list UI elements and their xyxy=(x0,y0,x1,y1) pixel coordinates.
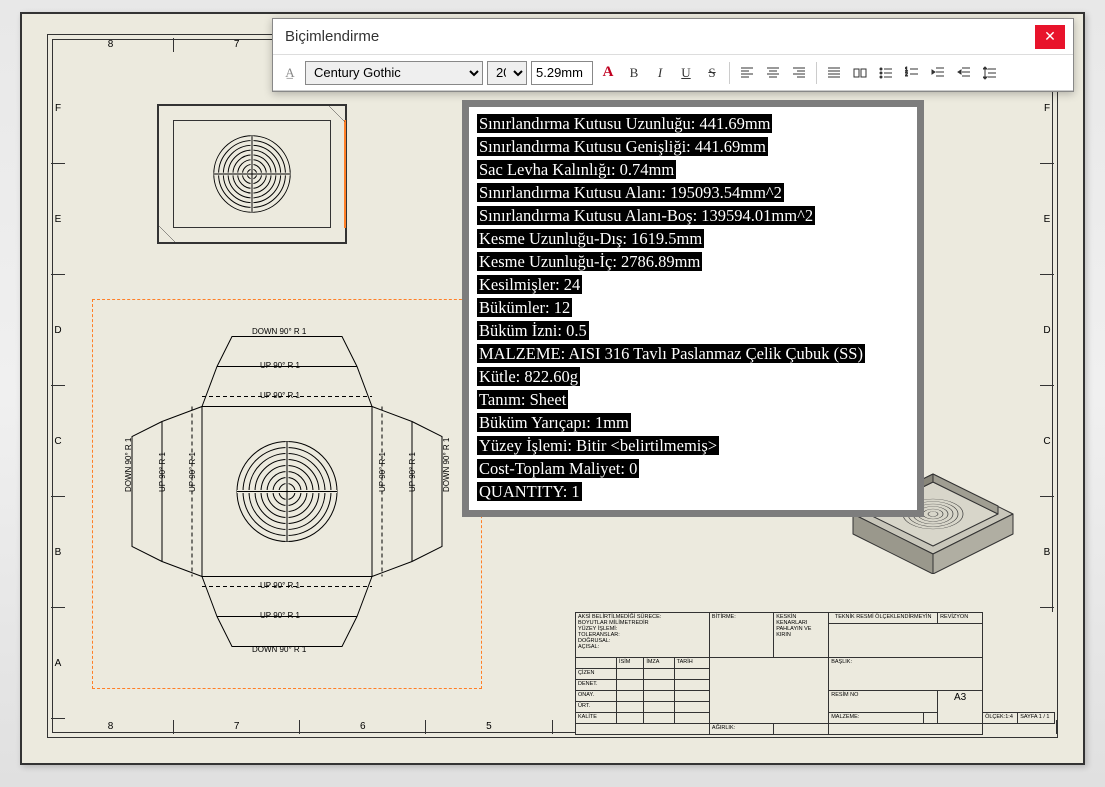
font-dialog-icon[interactable]: A̲ xyxy=(279,62,301,84)
title-block[interactable]: AKSİ BELİRTİLMEDİĞİ SÜRECE: BOYUTLAR MİL… xyxy=(575,612,1055,735)
top-view[interactable] xyxy=(157,104,347,244)
note-line[interactable]: Kesme Uzunluğu-Dış: 1619.5mm xyxy=(477,229,704,248)
dialog-titlebar[interactable]: Biçimlendirme ✕ xyxy=(273,19,1073,55)
font-height-input[interactable] xyxy=(531,61,593,85)
indent-button[interactable] xyxy=(953,62,975,84)
bend-label: UP 90° R 1 xyxy=(408,452,417,492)
bend-label: UP 90° R 1 xyxy=(260,391,300,400)
note-line[interactable]: Tanım: Sheet xyxy=(477,390,568,409)
bend-label: UP 90° R 1 xyxy=(188,452,197,492)
strike-button[interactable]: S xyxy=(701,62,723,84)
note-line[interactable]: Büküm İzni: 0.5 xyxy=(477,321,589,340)
align-left-button[interactable] xyxy=(736,62,758,84)
line-spacing-button[interactable] xyxy=(979,62,1001,84)
justify-button[interactable] xyxy=(823,62,845,84)
align-center-button[interactable] xyxy=(762,62,784,84)
note-line[interactable]: Sınırlandırma Kutusu Genişliği: 441.69mm xyxy=(477,137,768,156)
underline-button[interactable]: U xyxy=(675,62,697,84)
bend-label: UP 90° R 1 xyxy=(260,581,300,590)
align-right-button[interactable] xyxy=(788,62,810,84)
flat-pattern-icon xyxy=(122,327,452,657)
note-line[interactable]: Büküm Yarıçapı: 1mm xyxy=(477,413,631,432)
note-line[interactable]: Kütle: 822.60g xyxy=(477,367,580,386)
text-color-button[interactable]: A xyxy=(597,62,619,84)
formatting-toolbar: A̲ Century Gothic 20 A B I U S 12 xyxy=(273,55,1073,91)
bend-label: DOWN 90° R 1 xyxy=(252,645,306,654)
close-button[interactable]: ✕ xyxy=(1035,25,1065,49)
note-line[interactable]: Sınırlandırma Kutusu Alanı-Boş: 139594.0… xyxy=(477,206,815,225)
font-size-select[interactable]: 20 xyxy=(487,61,527,85)
bold-button[interactable]: B xyxy=(623,62,645,84)
note-line[interactable]: Yüzey İşlemi: Bitir <belirtilmemiş> xyxy=(477,436,719,455)
bend-label: UP 90° R 1 xyxy=(378,452,387,492)
bend-label: UP 90° R 1 xyxy=(260,611,300,620)
note-line[interactable]: Sınırlandırma Kutusu Alanı: 195093.54mm^… xyxy=(477,183,784,202)
font-family-select[interactable]: Century Gothic xyxy=(305,61,483,85)
bend-label: DOWN 90° R 1 xyxy=(124,438,133,492)
bend-label: UP 90° R 1 xyxy=(158,452,167,492)
bend-label: DOWN 90° R 1 xyxy=(252,327,306,336)
note-line[interactable]: Cost-Toplam Maliyet: 0 xyxy=(477,459,639,478)
bullet-list-button[interactable] xyxy=(875,62,897,84)
dialog-title: Biçimlendirme xyxy=(285,28,379,45)
formatting-dialog[interactable]: Biçimlendirme ✕ A̲ Century Gothic 20 A B… xyxy=(272,18,1074,92)
svg-text:2: 2 xyxy=(905,72,908,78)
note-line[interactable]: MALZEME: AISI 316 Tavlı Paslanmaz Çelik … xyxy=(477,344,865,363)
note-line[interactable]: Kesme Uzunluğu-İç: 2786.89mm xyxy=(477,252,702,271)
note-line[interactable]: Kesilmişler: 24 xyxy=(477,275,582,294)
property-note[interactable]: Sınırlandırma Kutusu Uzunluğu: 441.69mm … xyxy=(462,100,924,517)
note-line[interactable]: Bükümler: 12 xyxy=(477,298,572,317)
outdent-button[interactable] xyxy=(927,62,949,84)
note-line[interactable]: QUANTITY: 1 xyxy=(477,482,582,501)
number-list-button[interactable]: 12 xyxy=(901,62,923,84)
fit-text-button[interactable] xyxy=(849,62,871,84)
bend-label: DOWN 90° R 1 xyxy=(442,438,451,492)
note-line[interactable]: Sac Levha Kalınlığı: 0.74mm xyxy=(477,160,676,179)
flat-pattern-view[interactable]: DOWN 90° R 1 UP 90° R 1 UP 90° R 1 UP 90… xyxy=(92,299,482,689)
note-line[interactable]: Sınırlandırma Kutusu Uzunluğu: 441.69mm xyxy=(477,114,772,133)
vent-spiral-icon xyxy=(209,131,295,217)
bend-label: UP 90° R 1 xyxy=(260,361,300,370)
italic-button[interactable]: I xyxy=(649,62,671,84)
